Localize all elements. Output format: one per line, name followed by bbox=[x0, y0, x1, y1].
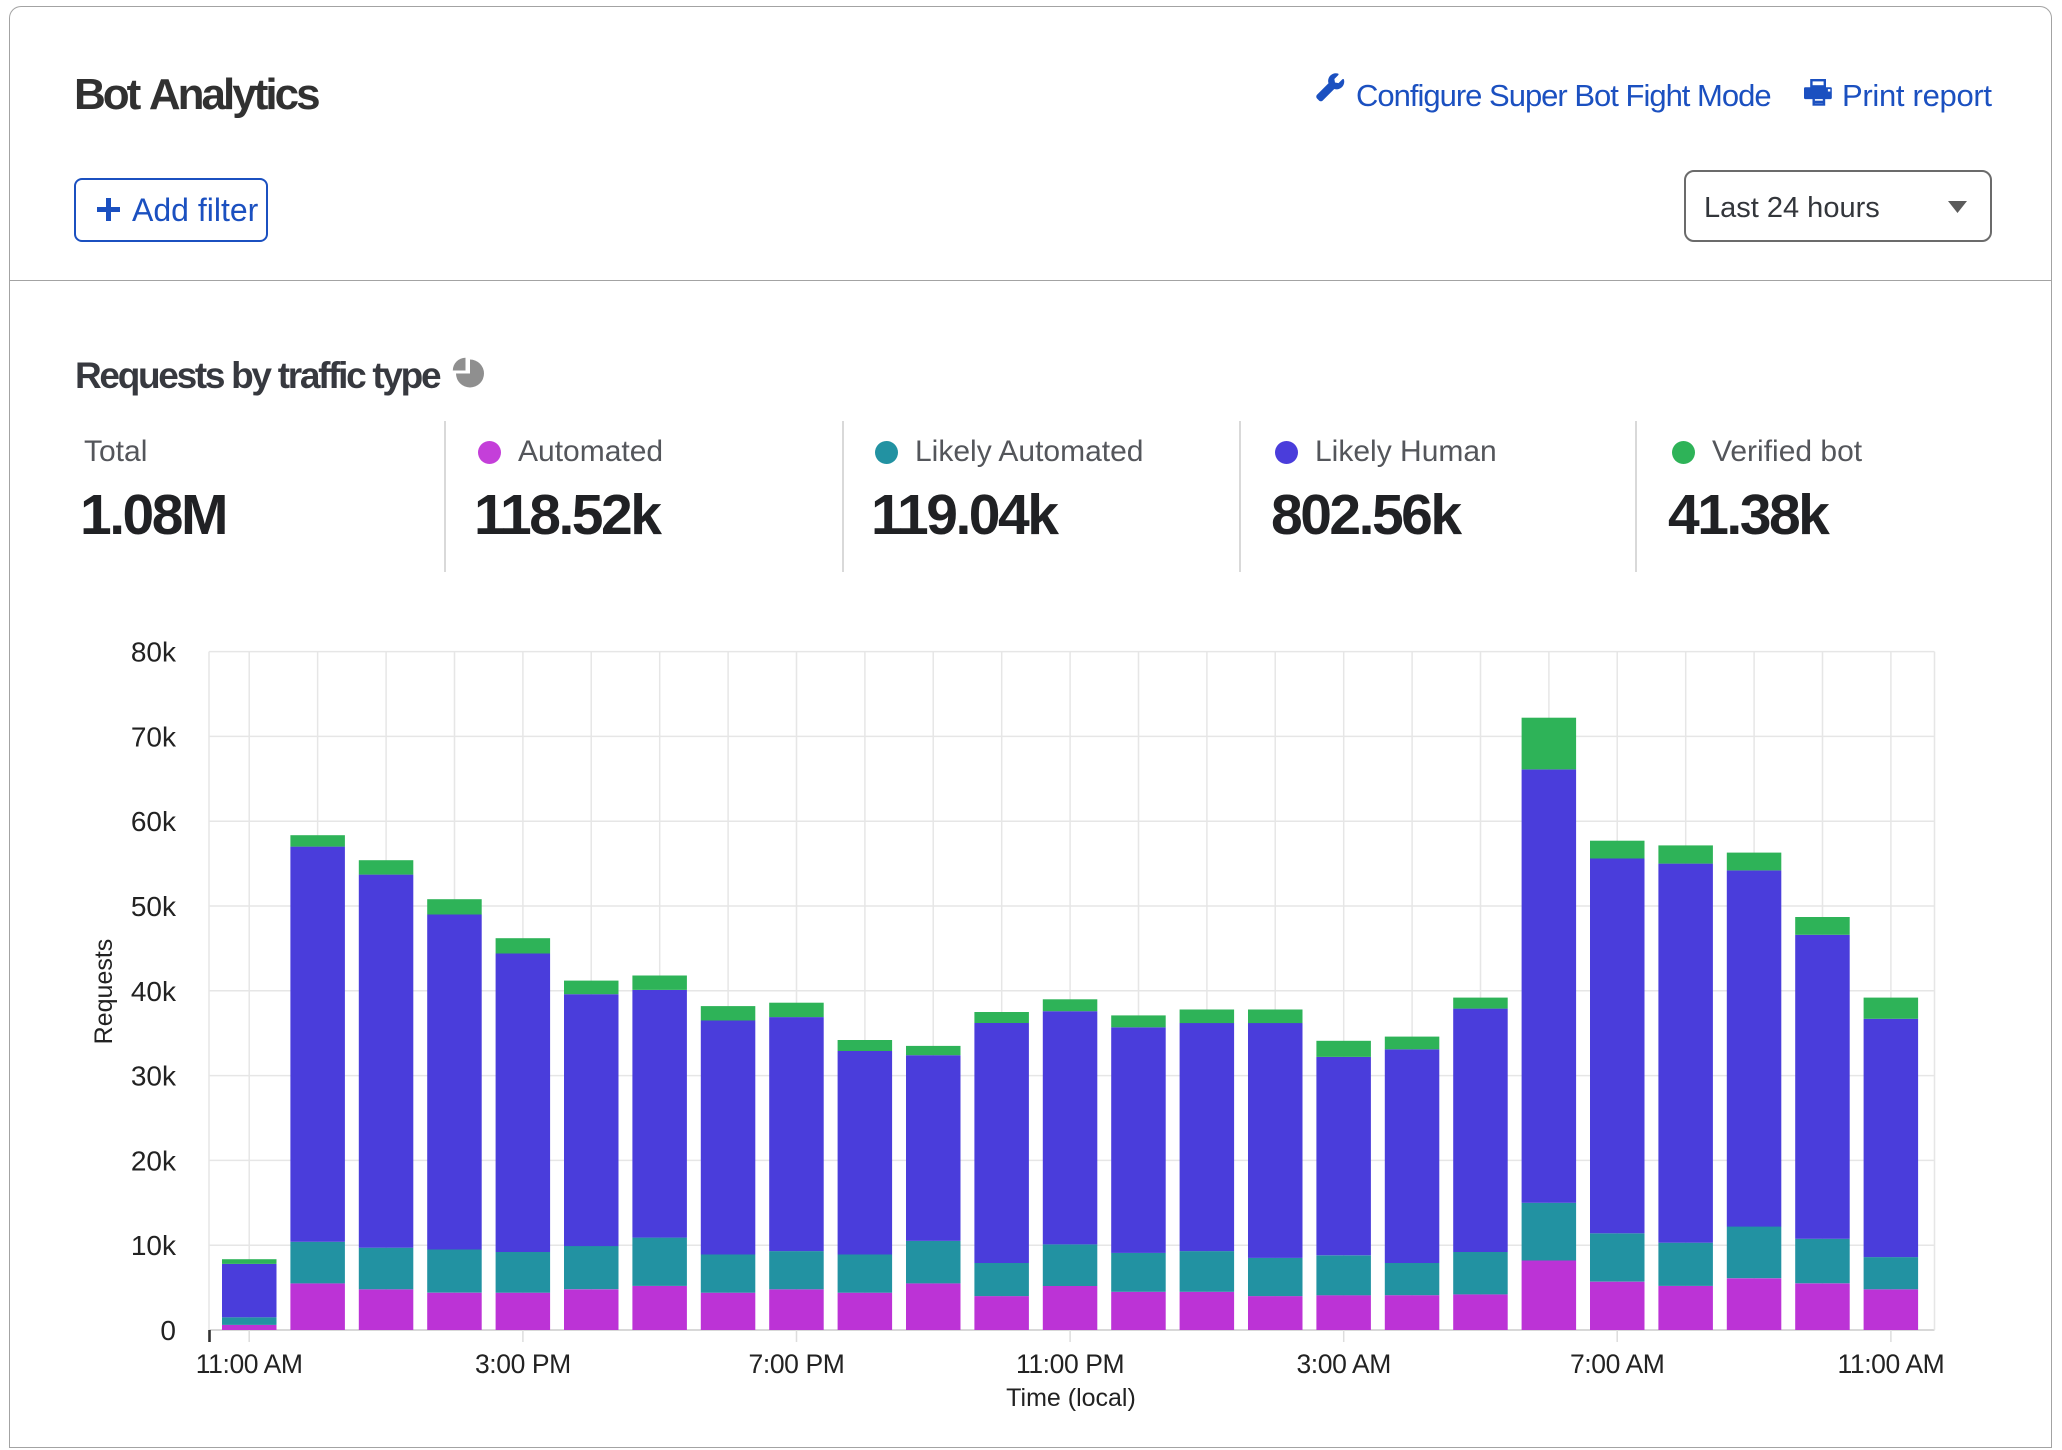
svg-text:11:00 PM: 11:00 PM bbox=[1016, 1349, 1124, 1379]
svg-text:60k: 60k bbox=[131, 806, 177, 837]
svg-text:10k: 10k bbox=[131, 1230, 177, 1261]
svg-text:0: 0 bbox=[160, 1315, 176, 1346]
svg-text:70k: 70k bbox=[131, 721, 177, 752]
svg-text:11:00 AM: 11:00 AM bbox=[196, 1349, 303, 1379]
svg-text:7:00 PM: 7:00 PM bbox=[749, 1349, 845, 1379]
svg-text:20k: 20k bbox=[131, 1145, 177, 1176]
svg-text:3:00 AM: 3:00 AM bbox=[1296, 1349, 1390, 1379]
svg-text:3:00 PM: 3:00 PM bbox=[475, 1349, 571, 1379]
svg-text:50k: 50k bbox=[131, 891, 177, 922]
svg-text:30k: 30k bbox=[131, 1061, 177, 1092]
svg-text:Time (local): Time (local) bbox=[1006, 1384, 1136, 1412]
svg-text:Requests: Requests bbox=[90, 939, 118, 1045]
svg-text:80k: 80k bbox=[131, 637, 177, 668]
svg-text:11:00 AM: 11:00 AM bbox=[1837, 1349, 1944, 1379]
svg-text:40k: 40k bbox=[131, 976, 177, 1007]
svg-text:7:00 AM: 7:00 AM bbox=[1570, 1349, 1664, 1379]
